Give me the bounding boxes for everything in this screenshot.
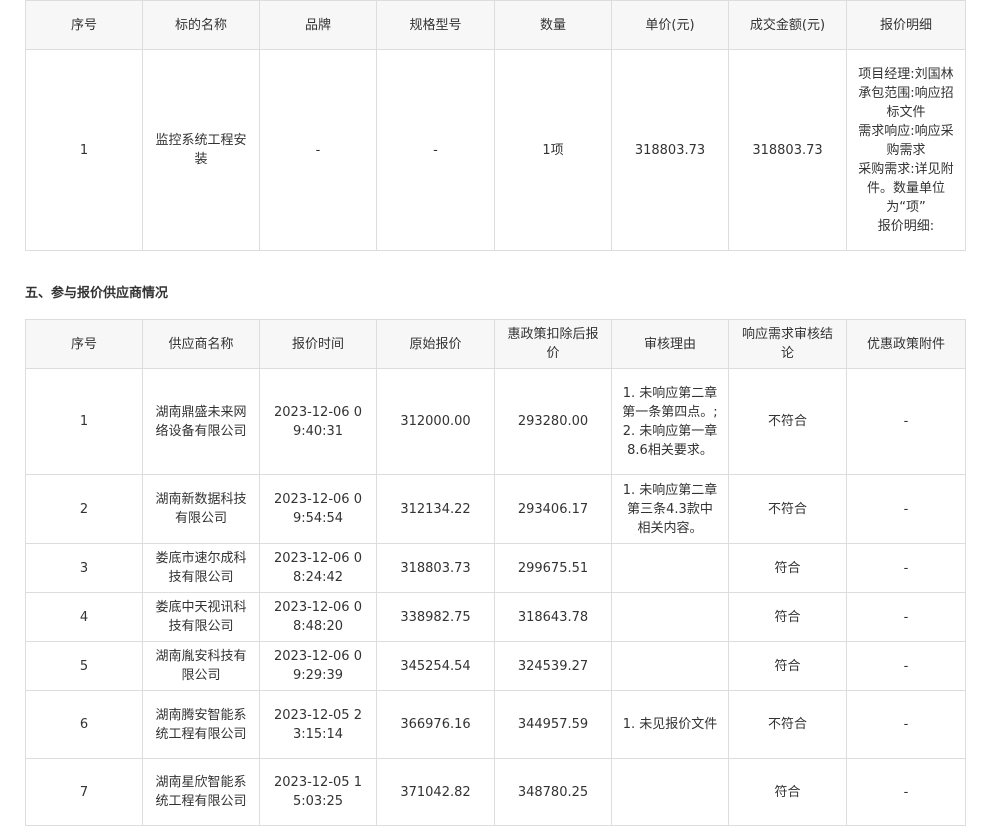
table-cell: 312134.22 <box>376 474 495 544</box>
table-cell: 345254.54 <box>376 641 495 691</box>
table-cell: 不符合 <box>728 474 847 544</box>
header-cell: 报价明细 <box>846 0 966 50</box>
table-cell: 湖南星欣智能系统工程有限公司 <box>142 758 260 826</box>
table-cell: - <box>846 368 966 475</box>
table-cell: 湖南鼎盛未来网络设备有限公司 <box>142 368 260 475</box>
table-cell: 318803.73 <box>728 49 847 251</box>
header-cell: 序号 <box>25 319 143 369</box>
deal-result-table: 序号 标的名称 品牌 规格型号 数量 单价(元) 成交金额(元) 报价明细 1 … <box>25 0 966 251</box>
table-row: 1 湖南鼎盛未来网络设备有限公司 2023-12-06 09:40:31 312… <box>25 368 966 475</box>
table-cell: 娄底中天视讯科技有限公司 <box>142 592 260 642</box>
table-cell: 2023-12-06 09:40:31 <box>259 368 377 475</box>
header-cell: 成交金额(元) <box>728 0 847 50</box>
table-cell: - <box>376 49 495 251</box>
table-header-row: 序号 供应商名称 报价时间 原始报价 惠政策扣除后报价 审核理由 响应需求审核结… <box>25 319 966 369</box>
table-cell: 318803.73 <box>376 543 495 593</box>
table-cell: - <box>846 474 966 544</box>
table-cell: 娄底市速尔成科技有限公司 <box>142 543 260 593</box>
table-cell <box>611 592 729 642</box>
table-cell: 293280.00 <box>494 368 612 475</box>
table-cell: 不符合 <box>728 690 847 759</box>
table-row: 3 娄底市速尔成科技有限公司 2023-12-06 08:24:42 31880… <box>25 543 966 593</box>
table-cell <box>611 758 729 826</box>
table-cell: 5 <box>25 641 143 691</box>
table-cell: - <box>846 641 966 691</box>
table-cell: 1项 <box>494 49 612 251</box>
table-cell <box>611 641 729 691</box>
header-cell: 审核理由 <box>611 319 729 369</box>
table-cell: 2023-12-06 09:29:39 <box>259 641 377 691</box>
header-cell: 原始报价 <box>376 319 495 369</box>
table-row: 1 监控系统工程安装 - - 1项 318803.73 318803.73 项目… <box>25 49 966 251</box>
table-cell: 符合 <box>728 758 847 826</box>
table-cell: 1. 未响应第二章第三条4.3款中相关内容。 <box>611 474 729 544</box>
header-cell: 标的名称 <box>142 0 260 50</box>
quote-detail-cell: 项目经理:刘国林 承包范围:响应招标文件 需求响应:响应采购需求 采购需求:详见… <box>846 49 966 251</box>
table-cell: 366976.16 <box>376 690 495 759</box>
table-cell: - <box>846 543 966 593</box>
table-cell: 2023-12-05 15:03:25 <box>259 758 377 826</box>
table-cell: 371042.82 <box>376 758 495 826</box>
header-cell: 数量 <box>494 0 612 50</box>
table-cell: 1. 未见报价文件 <box>611 690 729 759</box>
table-cell: 符合 <box>728 592 847 642</box>
table-cell: 6 <box>25 690 143 759</box>
table-row: 2 湖南新数据科技有限公司 2023-12-06 09:54:54 312134… <box>25 474 966 544</box>
table-cell: 湖南胤安科技有限公司 <box>142 641 260 691</box>
table-cell: 1. 未响应第二章第一条第四点。; 2. 未响应第一章8.6相关要求。 <box>611 368 729 475</box>
table-cell: - <box>259 49 377 251</box>
table-cell: 293406.17 <box>494 474 612 544</box>
table-cell: 348780.25 <box>494 758 612 826</box>
table-cell: 318643.78 <box>494 592 612 642</box>
table-cell: 1 <box>25 49 143 251</box>
table-cell: - <box>846 592 966 642</box>
table-cell: 湖南新数据科技有限公司 <box>142 474 260 544</box>
table-cell: 4 <box>25 592 143 642</box>
table-row: 5 湖南胤安科技有限公司 2023-12-06 09:29:39 345254.… <box>25 641 966 691</box>
table-cell: 338982.75 <box>376 592 495 642</box>
table-cell: 2023-12-06 08:24:42 <box>259 543 377 593</box>
table-cell: 监控系统工程安装 <box>142 49 260 251</box>
table-cell <box>611 543 729 593</box>
table-cell: 3 <box>25 543 143 593</box>
table-cell: 2023-12-05 23:15:14 <box>259 690 377 759</box>
table-cell: 324539.27 <box>494 641 612 691</box>
page-content: 序号 标的名称 品牌 规格型号 数量 单价(元) 成交金额(元) 报价明细 1 … <box>25 0 966 826</box>
table-cell: 符合 <box>728 641 847 691</box>
table-cell: 1 <box>25 368 143 475</box>
table-cell: 不符合 <box>728 368 847 475</box>
table-cell: - <box>846 758 966 826</box>
table-row: 7 湖南星欣智能系统工程有限公司 2023-12-05 15:03:25 371… <box>25 758 966 826</box>
table-cell: 2023-12-06 09:54:54 <box>259 474 377 544</box>
header-cell: 惠政策扣除后报价 <box>494 319 612 369</box>
header-cell: 报价时间 <box>259 319 377 369</box>
table-cell: 湖南腾安智能系统工程有限公司 <box>142 690 260 759</box>
header-cell: 品牌 <box>259 0 377 50</box>
table-cell: 2023-12-06 08:48:20 <box>259 592 377 642</box>
header-cell: 规格型号 <box>376 0 495 50</box>
header-cell: 响应需求审核结论 <box>728 319 847 369</box>
table-row: 6 湖南腾安智能系统工程有限公司 2023-12-05 23:15:14 366… <box>25 690 966 759</box>
table-header-row: 序号 标的名称 品牌 规格型号 数量 单价(元) 成交金额(元) 报价明细 <box>25 0 966 50</box>
table-cell: 344957.59 <box>494 690 612 759</box>
section-title: 五、参与报价供应商情况 <box>25 286 169 301</box>
table-row: 4 娄底中天视讯科技有限公司 2023-12-06 08:48:20 33898… <box>25 592 966 642</box>
table-cell: 2 <box>25 474 143 544</box>
bidders-table: 序号 供应商名称 报价时间 原始报价 惠政策扣除后报价 审核理由 响应需求审核结… <box>25 319 966 826</box>
table-cell: 318803.73 <box>611 49 729 251</box>
table-cell: 7 <box>25 758 143 826</box>
table-cell: - <box>846 690 966 759</box>
header-cell: 单价(元) <box>611 0 729 50</box>
table-cell: 299675.51 <box>494 543 612 593</box>
table-cell: 符合 <box>728 543 847 593</box>
header-cell: 序号 <box>25 0 143 50</box>
table-cell: 312000.00 <box>376 368 495 475</box>
header-cell: 优惠政策附件 <box>846 319 966 369</box>
header-cell: 供应商名称 <box>142 319 260 369</box>
